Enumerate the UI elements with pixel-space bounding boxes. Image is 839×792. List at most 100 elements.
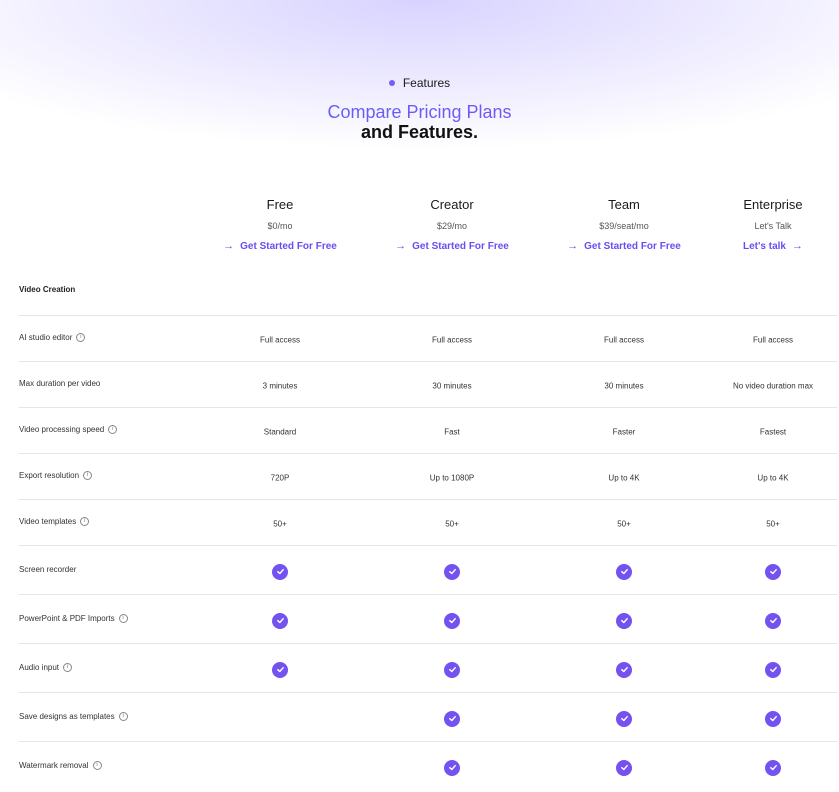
feature-value-cell: 3 minutes xyxy=(262,381,298,391)
plan-cta-label: Get Started For Free xyxy=(240,240,337,252)
check-circle-icon xyxy=(616,661,632,678)
feature-value-cell: Full access xyxy=(431,335,473,345)
check-circle-icon xyxy=(616,563,632,580)
check-circle-icon xyxy=(765,661,781,678)
plan-name: Enterprise xyxy=(743,197,803,212)
feature-value-cell: Up to 4K xyxy=(608,473,640,483)
bullet-dot-icon xyxy=(388,80,395,86)
feature-name: Video templates i xyxy=(19,517,90,526)
check-circle-icon xyxy=(444,661,460,678)
plan-creator: Creator $29/mo → Get Started For Free xyxy=(367,196,537,254)
feature-table: AI studio editor i Full access Full access F… xyxy=(19,315,837,790)
feature-value-cell: Fast xyxy=(444,427,460,437)
info-icon[interactable]: i xyxy=(83,471,93,480)
feature-name: Audio input i xyxy=(19,662,73,672)
feature-included-cell xyxy=(765,661,781,678)
feature-included-cell xyxy=(616,661,632,678)
check-circle-icon xyxy=(444,563,460,580)
check-circle-icon xyxy=(765,612,781,629)
feature-name: PowerPoint & PDF Imports i xyxy=(19,613,128,623)
plan-cta-button[interactable]: → Get Started For Free xyxy=(395,240,509,252)
feature-name: Screen recorder xyxy=(19,565,76,574)
feature-included-cell xyxy=(765,710,781,727)
table-row: Audio input i xyxy=(19,643,837,692)
feature-label: Export resolution xyxy=(19,471,80,480)
check-circle-icon xyxy=(616,759,632,776)
feature-included-cell xyxy=(444,612,460,629)
feature-name: Export resolution i xyxy=(19,471,93,480)
plan-price: $29/mo xyxy=(436,221,468,231)
table-row: Video processing speed i Standard Fast Faste… xyxy=(19,407,837,453)
eyebrow-label: Features xyxy=(402,76,451,90)
feature-label: PowerPoint & PDF Imports xyxy=(19,613,115,623)
feature-included-cell xyxy=(765,612,781,629)
page-title: Compare Pricing Plans and Features. xyxy=(0,102,839,142)
check-circle-icon xyxy=(616,612,632,629)
feature-value-cell: 50+ xyxy=(617,519,631,529)
feature-label: Watermark removal xyxy=(19,760,89,770)
plan-cta-label: Let's talk xyxy=(743,240,786,252)
feature-value-cell: Up to 1080P xyxy=(429,473,475,483)
table-row: PowerPoint & PDF Imports i xyxy=(19,594,837,643)
feature-value-cell: Full access xyxy=(603,335,645,345)
feature-value-cell: 720P xyxy=(270,473,290,483)
feature-included-cell xyxy=(444,759,460,776)
info-icon[interactable]: i xyxy=(118,711,128,721)
feature-included-cell xyxy=(765,563,781,580)
plan-price: $0/mo xyxy=(267,221,293,231)
plan-price: Let's Talk xyxy=(754,221,792,231)
feature-value-cell: 50+ xyxy=(273,519,287,529)
feature-name: AI studio editor i xyxy=(19,333,86,342)
info-icon[interactable]: i xyxy=(108,425,118,434)
info-icon[interactable]: i xyxy=(118,613,128,623)
feature-value-cell: Standard xyxy=(263,427,297,437)
feature-label: Video templates xyxy=(19,517,77,526)
info-icon[interactable]: i xyxy=(92,760,102,770)
arrow-right-icon: → xyxy=(791,240,803,252)
feature-value-cell: Fastest xyxy=(759,427,787,437)
feature-name: Video processing speed i xyxy=(19,425,118,434)
feature-included-cell xyxy=(444,710,460,727)
info-icon[interactable]: i xyxy=(80,517,90,526)
check-circle-icon xyxy=(444,612,460,629)
feature-value-cell: 30 minutes xyxy=(604,381,644,391)
plan-cta-label: Get Started For Free xyxy=(584,240,681,252)
section-title: Video Creation xyxy=(19,285,76,294)
feature-included-cell xyxy=(444,661,460,678)
plan-team: Team $39/seat/mo → Get Started For Free xyxy=(539,196,709,254)
check-circle-icon xyxy=(765,710,781,727)
feature-value-cell: 50+ xyxy=(766,519,780,529)
table-row: Watermark removal i xyxy=(19,741,837,790)
check-circle-icon xyxy=(616,710,632,727)
feature-value-cell: Up to 4K xyxy=(757,473,789,483)
plan-free: Free $0/mo → Get Started For Free xyxy=(195,196,365,254)
check-circle-icon xyxy=(444,759,460,776)
feature-value-cell: Faster xyxy=(612,427,636,437)
table-row: Video templates i 50+ 50+ 50+ 50+ xyxy=(19,499,837,545)
feature-name: Max duration per video xyxy=(19,379,100,388)
plan-price: $39/seat/mo xyxy=(599,221,649,231)
table-row: Screen recorder xyxy=(19,545,837,594)
table-row: Max duration per video 3 minutes 30 minute… xyxy=(19,361,837,407)
plan-cta-button[interactable]: Let's talk → xyxy=(743,240,803,252)
plan-cta-button[interactable]: → Get Started For Free xyxy=(223,240,337,252)
feature-name: Save designs as templates i xyxy=(19,711,128,721)
title-line-2: and Features. xyxy=(360,122,479,142)
check-circle-icon xyxy=(444,710,460,727)
check-circle-icon xyxy=(272,661,288,678)
info-icon[interactable]: i xyxy=(76,333,86,342)
plan-enterprise: Enterprise Let's Talk Let's talk → xyxy=(688,196,839,254)
plan-header-row: Free $0/mo → Get Started For Free Creator $29… xyxy=(0,196,839,256)
feature-included-cell xyxy=(616,759,632,776)
feature-label: Save designs as templates xyxy=(19,711,115,721)
feature-label: Max duration per video xyxy=(19,379,101,388)
info-icon[interactable]: i xyxy=(63,662,73,672)
feature-value-cell: Full access xyxy=(259,335,301,345)
plan-cta-button[interactable]: → Get Started For Free xyxy=(567,240,681,252)
arrow-right-icon: → xyxy=(395,240,407,252)
feature-label: AI studio editor xyxy=(19,333,73,342)
title-line-1: Compare Pricing Plans xyxy=(0,102,839,122)
feature-included-cell xyxy=(272,563,288,580)
plan-name: Creator xyxy=(430,197,474,212)
plan-name: Team xyxy=(608,197,640,212)
